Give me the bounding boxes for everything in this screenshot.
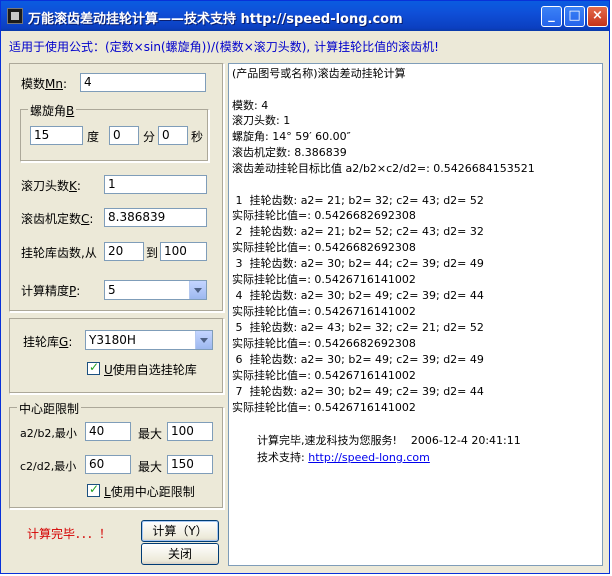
helix-minutes-input[interactable]: 0 <box>109 126 139 145</box>
machine-constant-label: 滚齿机定数C: <box>21 212 94 226</box>
result-line: 实际挂轮比值=: 0.5426716141002 <box>232 369 416 382</box>
c2d2-max-input[interactable]: 150 <box>167 455 213 474</box>
teeth-from-input[interactable]: 20 <box>104 242 144 261</box>
library-teeth-label: 挂轮库齿数,从 <box>21 246 97 260</box>
c2d2-max-label: 最大 <box>138 460 163 474</box>
result-line: 实际挂轮比值=: 0.5426716141002 <box>232 305 416 318</box>
precision-select[interactable]: 5 <box>104 280 207 300</box>
result-line: 7 挂轮齿数: a2= 30; b2= 49; c2= 39; d2= 44 <box>232 385 484 398</box>
result-line: 1 挂轮齿数: a2= 21; b2= 32; c2= 43; d2= 52 <box>232 194 484 207</box>
result-line: 滚齿机定数: 8.386839 <box>232 146 347 159</box>
helix-angle-title: 螺旋角B <box>28 102 77 119</box>
result-line: 实际挂轮比值=: 0.5426682692308 <box>232 337 416 350</box>
module-input[interactable]: 4 <box>80 73 206 92</box>
close-button[interactable]: 关闭 <box>141 543 219 565</box>
module-label: 模数Mn: <box>21 77 68 91</box>
teeth-to-label: 到 <box>146 246 159 260</box>
precision-value: 5 <box>108 283 116 297</box>
result-footer-done: 计算完毕,速龙科技为您服务! 2006-12-4 20:41:11 <box>257 434 521 447</box>
seconds-unit: 秒 <box>191 130 204 144</box>
support-link[interactable]: http://speed-long.com <box>308 451 430 464</box>
result-line: 3 挂轮齿数: a2= 30; b2= 44; c2= 39; d2= 49 <box>232 257 484 270</box>
gear-library-value: Y3180H <box>89 333 136 347</box>
result-footer-support: 技术支持: http://speed-long.com <box>257 451 430 464</box>
a2b2-max-input[interactable]: 100 <box>167 422 213 441</box>
helix-seconds-input[interactable]: 0 <box>158 126 188 145</box>
chevron-down-icon[interactable] <box>189 281 206 299</box>
gear-library-select[interactable]: Y3180H <box>85 330 213 350</box>
minutes-unit: 分 <box>143 130 156 144</box>
gear-library-label: 挂轮库G: <box>23 335 73 349</box>
a2b2-min-input[interactable]: 40 <box>85 422 131 441</box>
machine-constant-input[interactable]: 8.386839 <box>104 208 207 227</box>
teeth-to-input[interactable]: 100 <box>160 242 207 261</box>
result-line: 实际挂轮比值=: 0.5426682692308 <box>232 241 416 254</box>
app-window: 万能滚齿差动挂轮计算——技术支持 http://speed-long.com _… <box>0 0 610 574</box>
result-line: (产品图号或名称)滚齿差动挂轮计算 <box>232 67 406 80</box>
result-line: 螺旋角: 14° 59′ 60.00″ <box>232 130 351 143</box>
result-line: 5 挂轮齿数: a2= 43; b2= 32; c2= 21; d2= 52 <box>232 321 484 334</box>
close-window-button[interactable]: × <box>587 6 608 27</box>
result-line: 实际挂轮比值=: 0.5426716141002 <box>232 273 416 286</box>
status-message: 计算完毕．．．！ <box>27 527 112 541</box>
title-bar[interactable]: 万能滚齿差动挂轮计算——技术支持 http://speed-long.com _… <box>1 1 609 31</box>
formula-description: 适用于使用公式：(定数×sin(螺旋角))/(模数×滚刀头数), 计算挂轮比值的… <box>9 40 439 54</box>
result-line: 滚齿差动挂轮目标比值 a2/b2×c2/d2=: 0.5426684153521 <box>232 162 535 175</box>
result-line: 滚刀头数: 1 <box>232 114 291 127</box>
app-icon <box>7 8 23 24</box>
a2b2-min-label: a2/b2,最小 <box>20 427 77 440</box>
center-distance-title: 中心距限制 <box>17 400 82 417</box>
chevron-down-icon[interactable] <box>195 331 212 349</box>
calculate-button[interactable]: 计算（Y） <box>141 520 219 542</box>
c2d2-min-label: c2/d2,最小 <box>20 460 77 473</box>
degrees-unit: 度 <box>87 130 100 144</box>
center-limit-checkbox[interactable] <box>87 482 100 497</box>
hob-threads-label: 滚刀头数K: <box>21 179 81 193</box>
c2d2-min-input[interactable]: 60 <box>85 455 131 474</box>
hob-threads-input[interactable]: 1 <box>104 175 207 194</box>
helix-degrees-input[interactable]: 15 <box>30 126 83 145</box>
a2b2-max-label: 最大 <box>138 427 163 441</box>
window-title: 万能滚齿差动挂轮计算——技术支持 http://speed-long.com <box>28 12 403 27</box>
center-limit-label[interactable]: L使用中心距限制 <box>104 483 195 500</box>
result-line: 6 挂轮齿数: a2= 30; b2= 49; c2= 39; d2= 49 <box>232 353 484 366</box>
custom-library-checkbox[interactable] <box>87 360 100 375</box>
custom-library-label[interactable]: U使用自选挂轮库 <box>104 361 197 378</box>
result-line: 4 挂轮齿数: a2= 30; b2= 49; c2= 39; d2= 44 <box>232 289 484 302</box>
result-line: 2 挂轮齿数: a2= 21; b2= 52; c2= 43; d2= 32 <box>232 225 484 238</box>
precision-label: 计算精度P: <box>21 284 81 298</box>
minimize-button[interactable]: _ <box>541 6 562 27</box>
result-line: 模数: 4 <box>232 99 269 112</box>
result-line: 实际挂轮比值=: 0.5426682692308 <box>232 209 416 222</box>
maximize-button[interactable]: □ <box>564 6 585 27</box>
result-line: 实际挂轮比值=: 0.5426716141002 <box>232 401 416 414</box>
result-textarea[interactable]: (产品图号或名称)滚齿差动挂轮计算 模数: 4 滚刀头数: 1 螺旋角: 14°… <box>228 63 603 566</box>
